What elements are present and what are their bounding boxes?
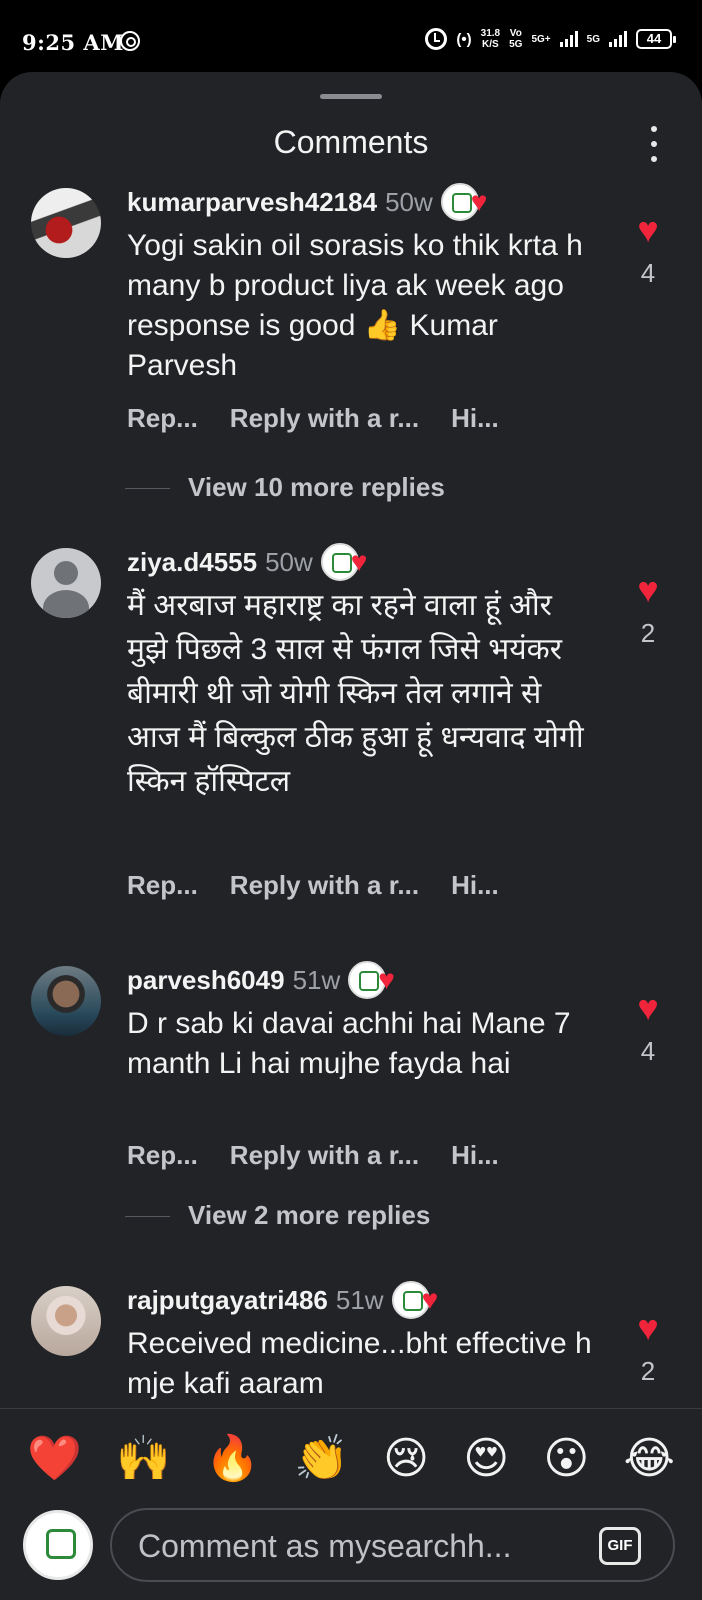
like-heart-icon[interactable]: ♥ — [620, 572, 676, 608]
hide-button[interactable]: Hi... — [451, 1140, 499, 1171]
like-heart-icon[interactable]: ♥ — [620, 212, 676, 248]
threads-icon — [120, 31, 140, 51]
like-button[interactable]: ♥ 4 — [620, 990, 676, 1067]
reply-with-button[interactable]: Reply with a r... — [230, 403, 419, 434]
comment-header: ziya.d4555 50w ♥ — [127, 542, 381, 582]
comment-text: Received medicine...bht effective h mje … — [127, 1327, 592, 1400]
gif-button[interactable]: GIF — [599, 1527, 641, 1565]
status-bar: 9:25 AM (•) 31.8 K/S Vo 5G 5G+ 5G 44 — [0, 0, 702, 72]
emoji-laughing[interactable]: 😂 — [623, 1433, 674, 1484]
comment-actions: Rep... Reply with a r... Hi... — [127, 870, 499, 901]
emoji-fire[interactable]: 🔥 — [205, 1433, 260, 1484]
comments-list[interactable]: kumarparvesh42184 50w ♥ Yogi sakin oil s… — [0, 182, 702, 1408]
emoji-raising-hands[interactable]: 🙌 — [116, 1433, 171, 1484]
reply-with-button[interactable]: Reply with a r... — [230, 1140, 419, 1171]
like-count: 4 — [640, 1036, 656, 1066]
comment-time: 50w — [385, 186, 433, 217]
signal-icon — [559, 31, 578, 47]
hotspot-icon: (•) — [456, 30, 472, 48]
comment-header: kumarparvesh42184 50w ♥ — [127, 182, 501, 222]
reply-with-button[interactable]: Reply with a r... — [230, 870, 419, 901]
comment-username[interactable]: rajputgayatri486 — [127, 1285, 328, 1316]
signal-icon-2 — [609, 31, 627, 47]
comment-composer: GIF — [0, 1508, 702, 1600]
comment-text: मैं अरबाज महाराष्ट्र का रहने वाला हूं और… — [127, 589, 584, 798]
battery-icon: 44 — [636, 29, 676, 49]
more-options-icon[interactable] — [644, 126, 664, 162]
reply-button[interactable]: Rep... — [127, 403, 198, 434]
status-time: 9:25 AM — [22, 30, 124, 55]
comment-time: 51w — [292, 964, 341, 995]
comment-actions: Rep... Reply with a r... Hi... — [127, 1140, 499, 1171]
like-heart-icon[interactable]: ♥ — [620, 990, 676, 1026]
my-avatar — [23, 1510, 93, 1580]
status-indicators: (•) 31.8 K/S Vo 5G 5G+ 5G 44 — [425, 28, 676, 50]
like-button[interactable]: ♥ 4 — [620, 212, 676, 289]
like-count: 2 — [640, 618, 656, 648]
volte-indicator: Vo 5G — [509, 28, 523, 50]
avatar[interactable] — [31, 548, 101, 618]
emoji-surprised[interactable]: 😮 — [543, 1433, 589, 1484]
sim1-network-type: 5G+ — [531, 33, 551, 45]
network-speed: 31.8 K/S — [480, 28, 501, 50]
avatar[interactable] — [31, 966, 101, 1036]
emoji-reaction-bar: ❤️ 🙌 🔥 👏 😢 😍 😮 😂 — [0, 1408, 702, 1508]
comment-box[interactable]: GIF — [110, 1508, 675, 1582]
creator-liked-badge: ♥ — [391, 1280, 452, 1320]
like-count: 2 — [640, 1356, 656, 1386]
sim2-network-type: 5G — [586, 33, 600, 45]
emoji-heart[interactable]: ❤️ — [27, 1433, 82, 1484]
comment-text: D r sab ki davai achhi hai Mane 7 manth … — [127, 1007, 571, 1080]
drag-handle[interactable] — [320, 94, 382, 99]
reply-button[interactable]: Rep... — [127, 1140, 198, 1171]
comment-text: Yogi sakin oil sorasis ko thik krta h ma… — [127, 229, 583, 382]
creator-liked-badge: ♥ — [320, 542, 381, 582]
emoji-clapping[interactable]: 👏 — [294, 1433, 349, 1484]
hide-button[interactable]: Hi... — [451, 870, 499, 901]
comment-username[interactable]: ziya.d4555 — [127, 547, 257, 578]
comment-username[interactable]: parvesh6049 — [127, 965, 285, 996]
comment-header: parvesh6049 51w ♥ — [127, 960, 408, 1000]
creator-liked-badge: ♥ — [348, 960, 408, 1000]
alarm-icon — [425, 28, 448, 50]
emoji-heart-eyes[interactable]: 😍 — [463, 1433, 509, 1484]
comment-input[interactable] — [138, 1524, 578, 1568]
heart-icon: ♥ — [470, 186, 488, 217]
like-count: 4 — [640, 258, 656, 288]
emoji-crying[interactable]: 😢 — [383, 1433, 429, 1484]
creator-liked-badge: ♥ — [440, 182, 501, 222]
view-more-replies-button[interactable]: View 10 more replies — [0, 472, 702, 503]
page-title: Comments — [273, 124, 429, 160]
like-button[interactable]: ♥ 2 — [620, 1310, 676, 1387]
hide-button[interactable]: Hi... — [451, 403, 499, 434]
comment-header: rajputgayatri486 51w ♥ — [127, 1280, 452, 1320]
view-more-replies-button[interactable]: View 2 more replies — [0, 1200, 702, 1231]
comment-username[interactable]: kumarparvesh42184 — [127, 187, 377, 218]
heart-icon: ♥ — [350, 546, 368, 577]
like-button[interactable]: ♥ 2 — [620, 572, 676, 649]
heart-icon: ♥ — [421, 1284, 439, 1315]
like-heart-icon[interactable]: ♥ — [620, 1310, 676, 1346]
comment-time: 51w — [335, 1284, 384, 1315]
heart-icon: ♥ — [378, 964, 395, 995]
reply-button[interactable]: Rep... — [127, 870, 198, 901]
comment-actions: Rep... Reply with a r... Hi... — [127, 403, 499, 434]
avatar[interactable] — [31, 188, 101, 258]
avatar[interactable] — [31, 1286, 101, 1356]
comments-sheet: Comments kumarparvesh42184 50w ♥ Yogi sa… — [0, 72, 702, 1600]
comment-time: 50w — [265, 546, 313, 577]
